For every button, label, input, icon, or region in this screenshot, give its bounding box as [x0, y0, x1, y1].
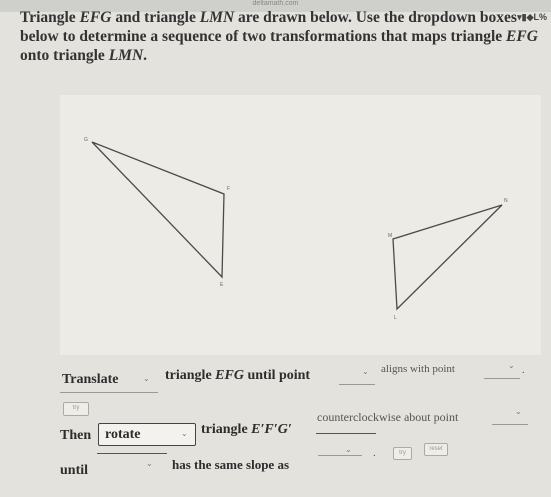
chevron-down-icon: ⌄ [515, 407, 522, 416]
reset-button[interactable]: reset [424, 443, 448, 456]
step1-action-underline [60, 392, 158, 393]
step1-text-a: triangle EFG until point [165, 368, 311, 383]
chevron-down-icon: ⌄ [143, 374, 150, 383]
question-prompt: Triangle EFG and triangle LMN are drawn … [20, 9, 538, 64]
step1-text-c: aligns with point [381, 363, 455, 375]
vertex-m-label: M [388, 233, 392, 239]
chevron-down-icon: ⌄ [146, 459, 153, 468]
try-button[interactable]: try [63, 402, 89, 416]
step3-end: . [373, 447, 376, 459]
triangle-efg [91, 141, 225, 279]
triangle-svg: G F E N M L [84, 137, 508, 321]
vertex-l-label: L [394, 315, 397, 321]
step1-action-dropdown[interactable]: Translate [62, 372, 119, 388]
try-button-2[interactable]: try [393, 447, 412, 460]
chevron-down-icon: ⌄ [508, 361, 515, 370]
step1-end: . [522, 364, 525, 376]
step1-point1-dropdown[interactable] [339, 384, 375, 385]
chevron-down-icon: ⌄ [181, 429, 188, 438]
step2-action-dropdown[interactable]: rotate ⌄ [98, 423, 196, 446]
step3-until: until [60, 463, 89, 478]
step2-direction: counterclockwise about point [317, 410, 459, 424]
vertex-n-label: N [504, 198, 508, 204]
step2-text-a: triangle E′F′G′ [201, 422, 292, 437]
vertex-g-label: G [84, 137, 88, 143]
url-text: deltamath.com [252, 0, 299, 7]
triangle-lmn [392, 204, 503, 311]
step3-segment2-dropdown[interactable] [318, 455, 362, 456]
chevron-down-icon: ⌄ [362, 367, 369, 376]
vertex-e-label: E [220, 282, 224, 288]
step2-point-dropdown[interactable] [492, 424, 528, 425]
step2-direction-underline [316, 433, 376, 434]
step3-text: has the same slope as [172, 457, 290, 472]
step1-point2-dropdown[interactable] [484, 378, 520, 379]
triangle-figure: G F E N M L [60, 95, 541, 355]
step2-then: Then [60, 428, 92, 443]
vertex-f-label: F [227, 186, 230, 192]
chevron-down-icon: ⌄ [345, 445, 352, 454]
step3-segment-dropdown[interactable] [97, 453, 167, 454]
